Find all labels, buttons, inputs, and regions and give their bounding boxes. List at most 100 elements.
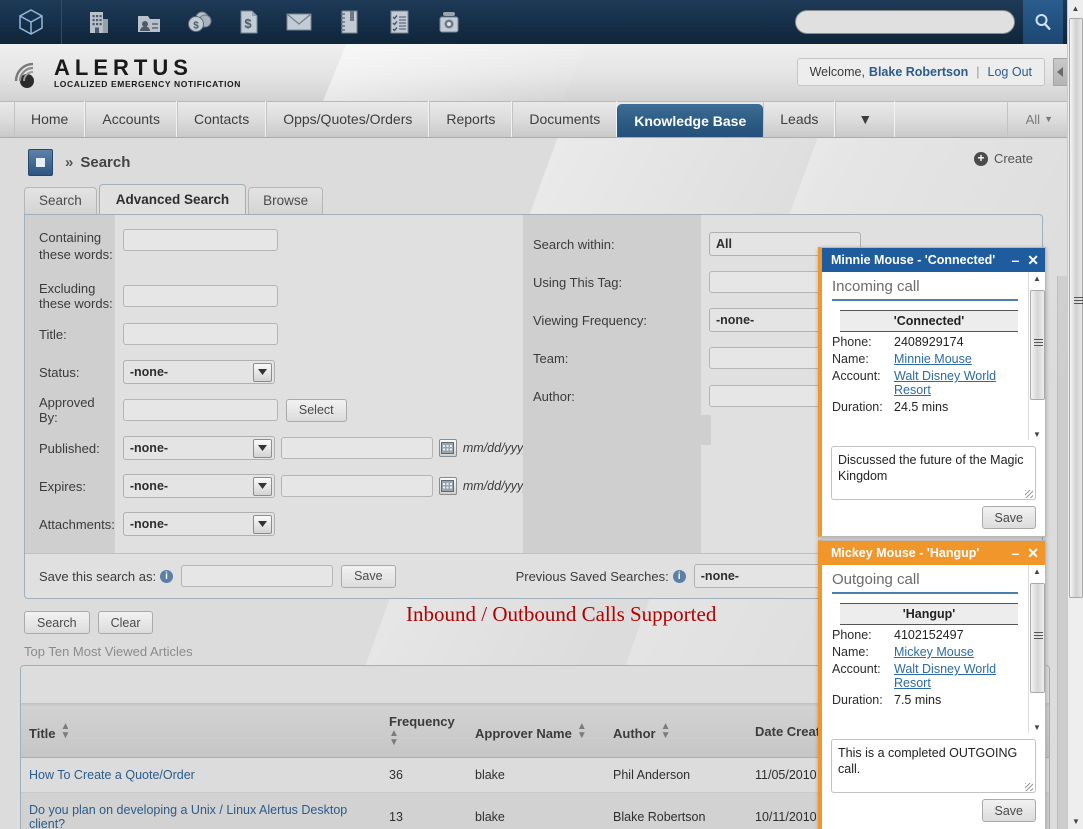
containing-words-input[interactable] xyxy=(122,229,278,251)
scroll-down-icon[interactable]: ▼ xyxy=(1033,723,1041,733)
nav-item-home[interactable]: Home xyxy=(14,101,86,137)
close-icon[interactable]: ✕ xyxy=(1027,252,1039,269)
notebook-icon[interactable] xyxy=(324,0,374,44)
call-save-button[interactable]: Save xyxy=(981,799,1036,822)
page-scroll-up-icon[interactable]: ▲ xyxy=(1068,0,1083,16)
call-popup-incoming[interactable]: Minnie Mouse - 'Connected' – ✕ Incoming … xyxy=(818,247,1046,537)
article-link[interactable]: Do you plan on developing a Unix / Linux… xyxy=(29,803,347,829)
column-header-approver-name[interactable]: Approver Name ▲ ▼ xyxy=(467,704,605,758)
page-scrollbar-thumb[interactable] xyxy=(1069,18,1083,598)
tab-search[interactable]: Search xyxy=(24,187,97,214)
cube-logo-icon[interactable] xyxy=(0,0,62,44)
close-icon[interactable]: ✕ xyxy=(1027,545,1039,562)
approved-by-select-button[interactable]: Select xyxy=(285,398,347,422)
label-title: Title: xyxy=(39,315,115,353)
scroll-up-icon[interactable]: ▲ xyxy=(1033,274,1041,284)
cell-author: Blake Robertson xyxy=(605,792,747,829)
building-icon[interactable] xyxy=(74,0,124,44)
account-link[interactable]: Walt Disney World Resort xyxy=(894,369,996,397)
module-header: » Search + Create xyxy=(0,138,1067,186)
call-popup-footer: Save xyxy=(822,500,1045,536)
envelope-icon[interactable] xyxy=(274,0,324,44)
page-scrollbar[interactable]: ▲ ▼ xyxy=(1067,0,1083,829)
telephone-icon[interactable] xyxy=(424,0,474,44)
published-date-input[interactable] xyxy=(280,437,433,459)
field-row-status: -none- xyxy=(122,353,530,391)
nav-item-knowledge-base[interactable]: Knowledge Base xyxy=(617,104,764,137)
call-save-button[interactable]: Save xyxy=(981,506,1036,529)
info-icon[interactable]: i xyxy=(672,569,686,583)
dollar-document-icon[interactable]: $ xyxy=(224,0,274,44)
calendar-icon[interactable] xyxy=(438,477,457,495)
call-popup-outgoing[interactable]: Mickey Mouse - 'Hangup' – ✕ Outgoing cal… xyxy=(818,540,1046,829)
column-header-author[interactable]: Author ▲ ▼ xyxy=(605,704,747,758)
previous-saved-label: Previous Saved Searches: xyxy=(515,568,669,584)
scrollbar-track[interactable] xyxy=(1029,577,1045,723)
call-popup-titlebar[interactable]: Mickey Mouse - 'Hangup' – ✕ xyxy=(822,541,1045,565)
call-popup-scrollbar[interactable]: ▲ ▼ xyxy=(1028,565,1045,733)
scroll-up-icon[interactable]: ▲ xyxy=(1033,567,1041,577)
save-search-button[interactable]: Save xyxy=(341,564,396,588)
tab-browse[interactable]: Browse xyxy=(248,187,324,214)
attachments-select[interactable]: -none- xyxy=(122,512,275,536)
account-link[interactable]: Walt Disney World Resort xyxy=(894,662,996,690)
global-search-input[interactable] xyxy=(795,10,1015,34)
page-title: Search xyxy=(80,153,131,171)
scrollbar-track[interactable] xyxy=(1029,284,1045,430)
contact-link[interactable]: Mickey Mouse xyxy=(894,645,974,659)
welcome-separator: | xyxy=(976,65,980,79)
resize-grip-icon[interactable] xyxy=(1025,783,1033,791)
clear-button[interactable]: Clear xyxy=(97,611,154,634)
save-search-input[interactable] xyxy=(181,565,334,587)
expires-date-input[interactable] xyxy=(280,475,433,497)
scrollbar-thumb[interactable] xyxy=(1029,583,1045,693)
minimize-icon[interactable]: – xyxy=(1011,252,1019,268)
nav-more-caret-icon[interactable]: ▼ xyxy=(835,101,896,137)
status-select[interactable]: -none- xyxy=(122,360,275,384)
article-link[interactable]: How To Create a Quote/Order xyxy=(29,768,195,782)
contact-card-icon[interactable] xyxy=(124,0,174,44)
chevron-down-icon xyxy=(252,438,272,458)
nav-item-documents[interactable]: Documents xyxy=(512,101,618,137)
approved-by-input[interactable] xyxy=(122,399,278,421)
excluding-words-input[interactable] xyxy=(122,285,278,307)
global-search-button[interactable] xyxy=(1023,0,1063,44)
title-input[interactable] xyxy=(122,323,278,345)
nav-item-leads[interactable]: Leads xyxy=(763,101,836,137)
column-header-frequency[interactable]: Frequency ▲ ▼ xyxy=(381,704,467,758)
knowledge-base-book-icon xyxy=(28,148,53,176)
panel-collapse-toggle[interactable] xyxy=(1053,58,1067,86)
checklist-icon[interactable] xyxy=(374,0,424,44)
contact-link[interactable]: Minnie Mouse xyxy=(894,352,972,366)
nav-item-opps-quotes-orders[interactable]: Opps/Quotes/Orders xyxy=(266,101,430,137)
minimize-icon[interactable]: – xyxy=(1011,545,1019,561)
info-icon[interactable]: i xyxy=(160,569,174,583)
page-scroll-down-icon[interactable]: ▼ xyxy=(1068,813,1083,829)
calendar-icon[interactable] xyxy=(438,439,457,457)
coins-icon[interactable]: $ xyxy=(174,0,224,44)
call-note-textarea[interactable]: This is a completed OUTGOING call. xyxy=(831,739,1036,793)
label-text: Approved By: xyxy=(39,395,95,425)
create-button[interactable]: + Create xyxy=(973,151,1033,166)
scroll-down-icon[interactable]: ▼ xyxy=(1033,430,1041,440)
scrollbar-thumb[interactable] xyxy=(1029,290,1045,400)
resize-grip-icon[interactable] xyxy=(1025,490,1033,498)
call-popup-titlebar[interactable]: Minnie Mouse - 'Connected' – ✕ xyxy=(822,248,1045,272)
search-submit-button[interactable]: Search xyxy=(24,611,90,634)
nav-item-contacts[interactable]: Contacts xyxy=(176,101,267,137)
nav-item-reports[interactable]: Reports xyxy=(429,101,513,137)
nav-item-accounts[interactable]: Accounts xyxy=(85,101,177,137)
expires-operator-value: -none- xyxy=(129,479,169,493)
call-phone-row: Phone: 4102152497 xyxy=(832,628,1028,642)
call-direction-label: Incoming call xyxy=(832,278,1018,301)
call-popup-scrollbar[interactable]: ▲ ▼ xyxy=(1028,272,1045,440)
published-date-hint: mm/dd/yyyy xyxy=(462,441,530,455)
scrollbar-grip xyxy=(1033,339,1043,346)
tab-advanced-search[interactable]: Advanced Search xyxy=(98,184,247,214)
column-header-title[interactable]: Title ▲ ▼ xyxy=(21,704,381,758)
logout-link[interactable]: Log Out xyxy=(988,65,1032,79)
published-operator-select[interactable]: -none- xyxy=(122,436,275,460)
expires-operator-select[interactable]: -none- xyxy=(122,474,275,498)
nav-all-menu[interactable]: All ▼ xyxy=(1006,101,1067,137)
call-note-textarea[interactable]: Discussed the future of the Magic Kingdo… xyxy=(831,446,1036,500)
